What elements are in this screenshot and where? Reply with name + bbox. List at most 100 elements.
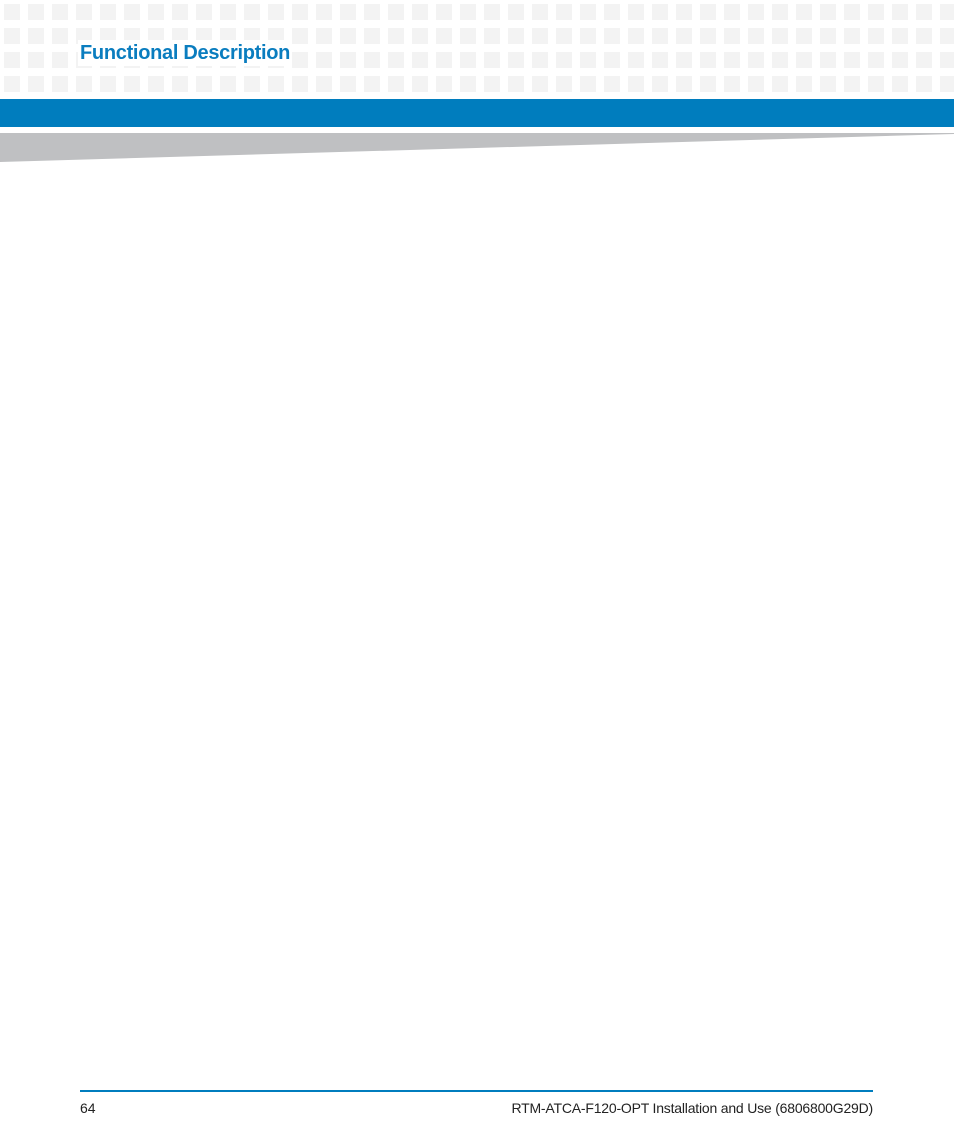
header-blue-band	[0, 99, 954, 127]
header-gray-wedge	[0, 133, 954, 162]
pattern-square	[28, 76, 44, 92]
pattern-square	[868, 52, 884, 68]
pattern-square	[388, 4, 404, 20]
pattern-square	[508, 4, 524, 20]
pattern-square	[580, 4, 596, 20]
pattern-square	[580, 28, 596, 44]
pattern-square	[940, 28, 954, 44]
pattern-square	[868, 28, 884, 44]
pattern-square	[244, 76, 260, 92]
pattern-square	[484, 52, 500, 68]
pattern-square	[844, 52, 860, 68]
pattern-square	[268, 4, 284, 20]
pattern-square	[148, 76, 164, 92]
pattern-square	[676, 52, 692, 68]
pattern-square	[412, 28, 428, 44]
pattern-square	[580, 76, 596, 92]
pattern-square	[700, 4, 716, 20]
pattern-square	[460, 76, 476, 92]
pattern-square	[484, 76, 500, 92]
document-title: RTM-ATCA-F120-OPT Installation and Use (…	[511, 1100, 873, 1116]
pattern-square	[220, 76, 236, 92]
pattern-square	[844, 4, 860, 20]
pattern-square	[868, 76, 884, 92]
pattern-square	[892, 28, 908, 44]
pattern-square	[76, 76, 92, 92]
pattern-square	[820, 52, 836, 68]
pattern-square	[628, 4, 644, 20]
pattern-square	[892, 52, 908, 68]
pattern-square	[916, 52, 932, 68]
pattern-square	[796, 4, 812, 20]
pattern-square	[940, 4, 954, 20]
pattern-square	[604, 52, 620, 68]
pattern-square	[4, 52, 20, 68]
pattern-square	[748, 76, 764, 92]
pattern-square	[676, 28, 692, 44]
pattern-square	[388, 28, 404, 44]
pattern-square	[748, 52, 764, 68]
pattern-square	[388, 52, 404, 68]
pattern-square	[604, 28, 620, 44]
pattern-square	[532, 76, 548, 92]
pattern-square	[340, 76, 356, 92]
pattern-square	[292, 4, 308, 20]
pattern-square	[484, 28, 500, 44]
pattern-square	[772, 52, 788, 68]
pattern-square	[4, 28, 20, 44]
pattern-square	[580, 52, 596, 68]
pattern-square	[52, 76, 68, 92]
pattern-square	[292, 76, 308, 92]
pattern-square	[820, 4, 836, 20]
pattern-square	[412, 76, 428, 92]
pattern-square	[628, 52, 644, 68]
pattern-square	[364, 4, 380, 20]
pattern-square	[820, 76, 836, 92]
pattern-square	[748, 28, 764, 44]
pattern-square	[124, 76, 140, 92]
pattern-square	[340, 52, 356, 68]
pattern-square	[316, 28, 332, 44]
pattern-square	[436, 4, 452, 20]
pattern-square	[148, 4, 164, 20]
pattern-square	[532, 28, 548, 44]
pattern-square	[604, 76, 620, 92]
pattern-square	[652, 28, 668, 44]
pattern-square	[700, 52, 716, 68]
pattern-square	[484, 4, 500, 20]
pattern-square	[364, 76, 380, 92]
pattern-square	[460, 28, 476, 44]
pattern-square	[700, 28, 716, 44]
pattern-square	[460, 4, 476, 20]
pattern-square	[916, 4, 932, 20]
pattern-square	[316, 4, 332, 20]
pattern-square	[772, 28, 788, 44]
pattern-square	[508, 76, 524, 92]
pattern-square	[4, 76, 20, 92]
pattern-square	[844, 28, 860, 44]
pattern-square	[508, 52, 524, 68]
pattern-square	[124, 4, 140, 20]
pattern-square	[796, 52, 812, 68]
pattern-square	[196, 4, 212, 20]
pattern-square	[556, 52, 572, 68]
pattern-square	[772, 4, 788, 20]
pattern-square	[268, 76, 284, 92]
pattern-square	[52, 52, 68, 68]
pattern-square	[172, 4, 188, 20]
pattern-square	[916, 76, 932, 92]
pattern-square	[724, 28, 740, 44]
pattern-square	[652, 76, 668, 92]
pattern-square	[220, 4, 236, 20]
pattern-square	[460, 52, 476, 68]
pattern-square	[700, 76, 716, 92]
pattern-square	[100, 4, 116, 20]
pattern-square	[292, 52, 308, 68]
pattern-square	[172, 76, 188, 92]
footer-rule	[80, 1090, 873, 1092]
pattern-square	[676, 76, 692, 92]
pattern-square	[892, 76, 908, 92]
pattern-square	[724, 76, 740, 92]
pattern-square	[508, 28, 524, 44]
pattern-square	[604, 4, 620, 20]
